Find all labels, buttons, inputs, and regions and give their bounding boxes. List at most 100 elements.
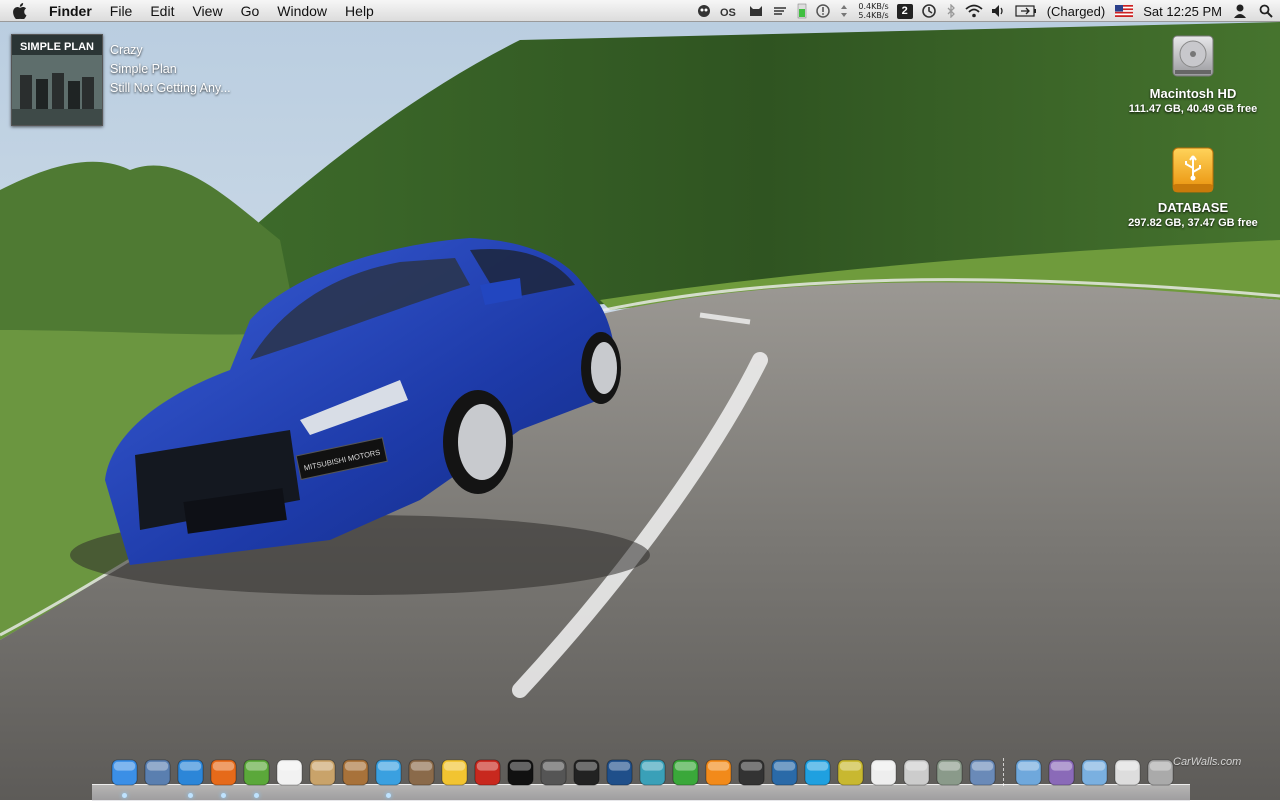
menu-window[interactable]: Window (268, 0, 336, 22)
ableton-live-icon (507, 758, 534, 786)
spotlight-search-icon[interactable] (1252, 0, 1280, 22)
dock-item-address-book[interactable] (306, 756, 339, 789)
wallpaper-image: MITSUBISHI MOTORS (0, 0, 1280, 800)
dock-item-photoshop[interactable] (603, 756, 636, 789)
dock-item-voice-chat[interactable] (768, 756, 801, 789)
running-indicator (221, 792, 226, 798)
dock-item-firefox[interactable] (207, 756, 240, 798)
robot-monitor-icon[interactable] (692, 0, 716, 22)
dreamweaver-icon (639, 758, 666, 786)
dock-item-textedit[interactable] (867, 756, 900, 789)
drive-name: DATABASE (1157, 200, 1229, 215)
dock-item-printer[interactable] (933, 756, 966, 789)
utorrent-icon (672, 758, 699, 786)
us-flag-input-icon[interactable] (1111, 0, 1137, 22)
dock-item-preview[interactable] (141, 756, 174, 789)
menu-edit[interactable]: Edit (141, 0, 183, 22)
flash-icon (474, 758, 501, 786)
spaces-indicator[interactable]: 2 (893, 0, 917, 22)
battery-status[interactable]: (Charged) (1041, 4, 1112, 19)
network-arrows-icon (834, 0, 854, 22)
dock-item-keyboard[interactable] (1111, 756, 1144, 789)
dock-item-safari[interactable] (174, 756, 207, 798)
dock-item-finder[interactable] (108, 756, 141, 798)
photo-booth-icon (408, 758, 435, 786)
running-indicator (188, 792, 193, 798)
dock-item-aperture[interactable] (570, 756, 603, 789)
album-art[interactable]: SIMPLE PLAN (11, 34, 103, 126)
dock-item-adium[interactable] (240, 756, 273, 798)
printer-icon (936, 758, 963, 786)
dock-item-dreamweaver[interactable] (636, 756, 669, 789)
itunes-icon (375, 758, 402, 786)
iphoto-icon (342, 758, 369, 786)
dock-item-scanner[interactable] (900, 756, 933, 789)
drive-info: 297.82 GB, 37.47 GB free (1128, 217, 1258, 229)
time-machine-icon[interactable] (917, 0, 941, 22)
dock-item-ical[interactable] (273, 756, 306, 789)
menu-help[interactable]: Help (336, 0, 383, 22)
drive-name: Macintosh HD (1149, 86, 1237, 101)
now-playing-track: Crazy (110, 43, 143, 57)
dock-item-movie-app[interactable] (735, 756, 768, 789)
cyberduck-icon (441, 758, 468, 786)
album-art-title: SIMPLE PLAN (20, 41, 94, 53)
desktop-icon-macintosh-hd[interactable]: Macintosh HD 111.47 GB, 40.49 GB free (1113, 32, 1273, 115)
dock-item-cyberduck[interactable] (438, 756, 471, 789)
dock-item-vlc[interactable] (702, 756, 735, 789)
dock-item-documents-stack[interactable] (1045, 756, 1078, 789)
keyboard-icon (1114, 758, 1141, 786)
bluetooth-icon[interactable] (941, 0, 961, 22)
menu-go[interactable]: Go (232, 0, 269, 22)
wifi-icon[interactable] (961, 0, 987, 22)
wireless-scan-icon[interactable] (768, 0, 792, 22)
dock-item-downloads-folder[interactable] (1078, 756, 1111, 789)
adium-icon (243, 758, 270, 786)
dock-item-bbedit[interactable] (834, 756, 867, 789)
dock-item-iphoto-library[interactable] (966, 756, 999, 789)
dock-item-itunes[interactable] (372, 756, 405, 798)
ical-icon (276, 758, 303, 786)
drive-info: 111.47 GB, 40.49 GB free (1128, 103, 1258, 115)
trash-icon (1147, 758, 1174, 786)
dock-item-iphoto[interactable] (339, 756, 372, 789)
safari-icon (177, 758, 204, 786)
scanner-icon (903, 758, 930, 786)
network-speed-readout[interactable]: 0.4KB/s 5.4KB/s (854, 0, 892, 22)
address-book-icon (309, 758, 336, 786)
dock-item-flash[interactable] (471, 756, 504, 789)
running-indicator (254, 792, 259, 798)
movie-app-icon (738, 758, 765, 786)
desktop-icon-database[interactable]: DATABASE 297.82 GB, 37.47 GB free (1113, 146, 1273, 229)
dock-item-ableton-live[interactable] (504, 756, 537, 789)
menubar-clock[interactable]: Sat 12:25 PM (1137, 4, 1228, 19)
apple-menu-icon[interactable] (0, 2, 40, 19)
alert-icon[interactable] (812, 0, 834, 22)
os-status-icon[interactable]: OS (716, 0, 744, 22)
dock-item-final-cut[interactable] (537, 756, 570, 789)
battery-icon[interactable] (1011, 0, 1041, 22)
bbedit-icon (837, 758, 864, 786)
menu-app-finder[interactable]: Finder (40, 0, 101, 22)
finder-icon (111, 758, 138, 786)
dock (108, 755, 1177, 798)
documents-stack-icon (1048, 758, 1075, 786)
menu-view[interactable]: View (183, 0, 231, 22)
firefox-icon (210, 758, 237, 786)
dock-item-utorrent[interactable] (669, 756, 702, 789)
now-playing-album: Still Not Getting Any... (110, 81, 231, 95)
desktop-wallpaper: MITSUBISHI MOTORS (0, 0, 1280, 800)
volume-icon[interactable] (987, 0, 1011, 22)
user-account-icon[interactable] (1228, 0, 1252, 22)
cpu-meter-icon[interactable] (792, 0, 812, 22)
cat-icon[interactable] (744, 0, 768, 22)
preview-icon (144, 758, 171, 786)
menu-bar: Finder File Edit View Go Window Help OS (0, 0, 1280, 22)
dock-item-skype[interactable] (801, 756, 834, 789)
running-indicator (122, 792, 127, 798)
photoshop-icon (606, 758, 633, 786)
dock-item-photo-booth[interactable] (405, 756, 438, 789)
dock-item-applications-folder[interactable] (1012, 756, 1045, 789)
menu-file[interactable]: File (101, 0, 142, 22)
now-playing-artist: Simple Plan (110, 62, 177, 76)
